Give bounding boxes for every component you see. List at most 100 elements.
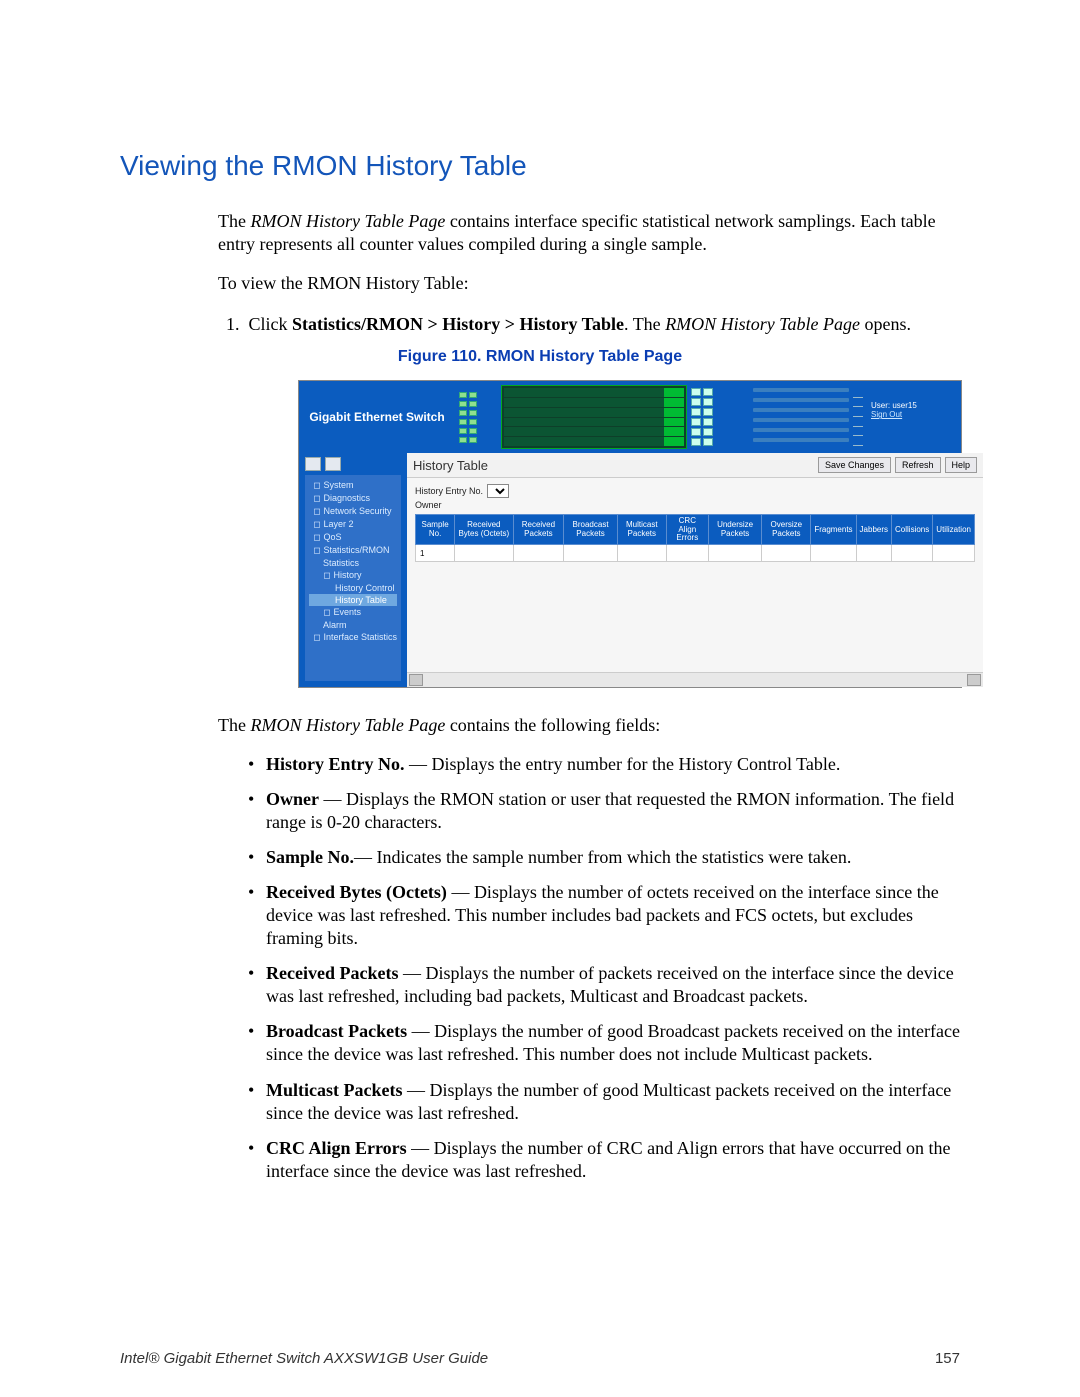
content-panel: History Table Save Changes Refresh Help …: [407, 453, 983, 687]
field-term: History Entry No.: [266, 754, 405, 774]
text: The: [218, 715, 250, 735]
table-cell: [708, 545, 761, 562]
nav-item[interactable]: ◻ System: [309, 479, 397, 492]
field-definition: History Entry No. — Displays the entry n…: [248, 753, 960, 776]
page-name: RMON History Table Page: [250, 211, 445, 231]
field-term: Broadcast Packets: [266, 1021, 407, 1041]
separator: —: [319, 789, 346, 809]
nav-item[interactable]: Alarm: [309, 619, 397, 631]
fields-lead: The RMON History Table Page contains the…: [218, 714, 960, 737]
refresh-button[interactable]: Refresh: [895, 457, 941, 473]
field-definition-list: History Entry No. — Displays the entry n…: [248, 753, 960, 1182]
table-cell: [617, 545, 666, 562]
chassis-graphic: [501, 385, 863, 449]
menu-path: Statistics/RMON > History > History Tabl…: [292, 314, 624, 334]
save-changes-button[interactable]: Save Changes: [818, 457, 891, 473]
step-1: 1. Click Statistics/RMON > History > His…: [248, 313, 960, 336]
nav-item[interactable]: ◻ Layer 2: [309, 518, 397, 531]
nav-collapse-icon[interactable]: [325, 457, 341, 471]
nav-item[interactable]: ◻ QoS: [309, 531, 397, 544]
figure-caption: Figure 110. RMON History Table Page: [120, 348, 960, 366]
scroll-left-icon[interactable]: [409, 674, 423, 686]
field-definition: Multicast Packets — Displays the number …: [248, 1079, 960, 1125]
text: opens.: [860, 314, 911, 334]
column-header: Received Packets: [513, 515, 564, 545]
nav-item[interactable]: ◻ Interface Statistics: [309, 631, 397, 644]
user-area: User: user15 Sign Out: [871, 381, 961, 453]
app-header: Gigabit Ethernet Switch: [299, 381, 961, 453]
history-entry-label: History Entry No.: [415, 486, 483, 496]
page-name: RMON History Table Page: [665, 314, 860, 334]
field-term: Received Packets: [266, 963, 398, 983]
separator: —: [405, 754, 432, 774]
column-header: Jabbers: [856, 515, 891, 545]
field-desc: Indicates the sample number from which t…: [377, 847, 852, 867]
page-name: RMON History Table Page: [250, 715, 445, 735]
table-cell: [564, 545, 617, 562]
history-entry-select[interactable]: [487, 484, 509, 498]
table-cell: [811, 545, 856, 562]
field-term: Sample No.: [266, 847, 354, 867]
field-desc: Displays the entry number for the Histor…: [432, 754, 841, 774]
nav-item[interactable]: ◻ Statistics/RMON: [309, 544, 397, 557]
field-term: Multicast Packets: [266, 1080, 402, 1100]
nav-item[interactable]: History Table: [309, 594, 397, 606]
screenshot: Gigabit Ethernet Switch: [298, 380, 960, 688]
column-header: Multicast Packets: [617, 515, 666, 545]
nav-item[interactable]: ◻ Network Security: [309, 505, 397, 518]
nav-item[interactable]: Statistics: [309, 557, 397, 569]
field-term: CRC Align Errors: [266, 1138, 407, 1158]
column-header: Sample No.: [416, 515, 455, 545]
column-header: Broadcast Packets: [564, 515, 617, 545]
field-definition: Owner — Displays the RMON station or use…: [248, 788, 960, 834]
nav-tree[interactable]: ◻ System◻ Diagnostics◻ Network Security◻…: [305, 475, 401, 681]
field-definition: CRC Align Errors — Displays the number o…: [248, 1137, 960, 1183]
table-cell: [455, 545, 513, 562]
scroll-right-icon[interactable]: [967, 674, 981, 686]
instruction-lead: To view the RMON History Table:: [218, 272, 960, 295]
current-user: User: user15: [871, 401, 961, 410]
nav-item[interactable]: ◻ Diagnostics: [309, 492, 397, 505]
nav-item[interactable]: ◻ History: [309, 569, 397, 582]
panel-title: History Table: [413, 458, 488, 473]
help-button[interactable]: Help: [945, 457, 978, 473]
field-definition: Received Packets — Displays the number o…: [248, 962, 960, 1008]
table-cell: [666, 545, 708, 562]
history-table: Sample No.Received Bytes (Octets)Receive…: [415, 514, 975, 562]
horizontal-scrollbar[interactable]: [407, 672, 983, 687]
column-header: Fragments: [811, 515, 856, 545]
table-cell: 1: [416, 545, 455, 562]
text: contains the following fields:: [445, 715, 660, 735]
table-cell: [856, 545, 891, 562]
section-heading: Viewing the RMON History Table: [120, 150, 960, 182]
column-header: Oversize Packets: [762, 515, 811, 545]
field-definition: Broadcast Packets — Displays the number …: [248, 1020, 960, 1066]
page-number: 157: [935, 1350, 960, 1367]
column-header: CRC Align Errors: [666, 515, 708, 545]
separator: —: [407, 1138, 434, 1158]
table-cell: [892, 545, 933, 562]
separator: —: [354, 847, 377, 867]
field-definition: Received Bytes (Octets) — Displays the n…: [248, 881, 960, 950]
page-footer: Intel® Gigabit Ethernet Switch AXXSW1GB …: [120, 1350, 960, 1367]
separator: —: [402, 1080, 429, 1100]
table-cell: [933, 545, 975, 562]
column-header: Received Bytes (Octets): [455, 515, 513, 545]
nav-expand-icon[interactable]: [305, 457, 321, 471]
text: Click: [249, 314, 293, 334]
footer-title: Intel® Gigabit Ethernet Switch AXXSW1GB …: [120, 1350, 488, 1367]
app-window: Gigabit Ethernet Switch: [298, 380, 962, 688]
field-term: Received Bytes (Octets): [266, 882, 447, 902]
table-row: 1: [416, 545, 975, 562]
field-desc: Displays the RMON station or user that r…: [266, 789, 954, 832]
nav-item[interactable]: History Control: [309, 582, 397, 594]
owner-label: Owner: [415, 500, 442, 510]
separator: —: [447, 882, 474, 902]
sign-out-link[interactable]: Sign Out: [871, 410, 961, 419]
status-leds: [455, 381, 493, 453]
nav-item[interactable]: ◻ Events: [309, 606, 397, 619]
separator: —: [407, 1021, 434, 1041]
nav-sidebar: ◻ System◻ Diagnostics◻ Network Security◻…: [299, 453, 407, 687]
text: The: [218, 211, 250, 231]
intro-paragraph: The RMON History Table Page contains int…: [218, 210, 960, 256]
